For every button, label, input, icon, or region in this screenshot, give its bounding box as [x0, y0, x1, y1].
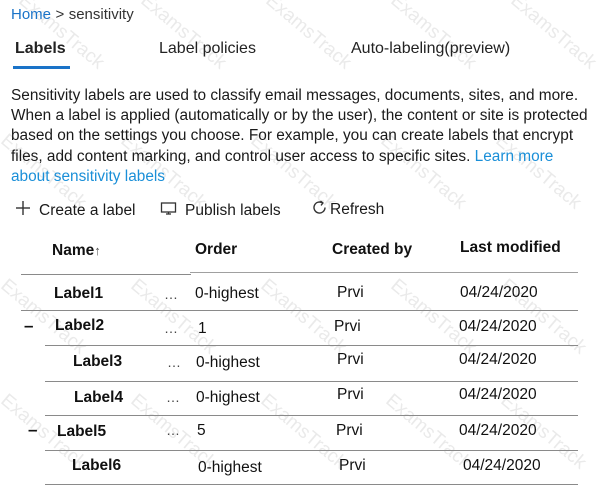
row-order: 0-highest [196, 389, 260, 406]
publish-icon [160, 200, 177, 221]
row-created-by: Prvi [334, 318, 361, 335]
row-order: 0-highest [198, 459, 262, 476]
tab-label-policies[interactable]: Label policies [159, 40, 256, 58]
column-header-name[interactable]: Name↑ [52, 242, 101, 260]
row-divider [45, 484, 578, 485]
row-last-modified: 04/24/2020 [459, 422, 537, 439]
row-order: 0-highest [196, 354, 260, 371]
row-last-modified: 04/24/2020 [460, 284, 538, 301]
row-last-modified: 04/24/2020 [459, 386, 537, 403]
breadcrumb-current: sensitivity [68, 6, 134, 23]
publish-labels-button[interactable]: Publish labels [160, 200, 281, 221]
row-created-by: Prvi [339, 457, 366, 474]
sort-arrow-icon: ↑ [94, 243, 101, 258]
row-last-modified: 04/24/2020 [463, 457, 541, 474]
header-divider [190, 272, 578, 273]
refresh-button[interactable]: Refresh [311, 199, 384, 221]
row-divider [45, 415, 578, 416]
row-last-modified: 04/24/2020 [459, 351, 537, 368]
watermark-text: ExamsTrack [136, 0, 231, 74]
row-more-actions-icon[interactable]: … [166, 422, 181, 438]
row-label-name[interactable]: Label4 [74, 389, 123, 407]
column-header-last-modified[interactable]: Last modified [460, 239, 561, 257]
page-description: Sensitivity labels are used to classify … [11, 86, 595, 187]
row-last-modified: 04/24/2020 [459, 318, 537, 335]
row-divider [45, 450, 578, 451]
row-more-actions-icon[interactable]: … [167, 354, 182, 370]
row-more-actions-icon[interactable]: … [164, 286, 179, 302]
row-more-actions-icon[interactable]: … [164, 320, 179, 336]
row-order: 5 [197, 422, 206, 439]
row-label-name[interactable]: Label2 [55, 317, 104, 335]
row-label-name[interactable]: Label1 [54, 285, 103, 303]
row-divider [45, 345, 578, 346]
row-created-by: Prvi [337, 386, 364, 403]
publish-labels-text: Publish labels [185, 201, 281, 219]
watermark-text: ExamsTrack [261, 0, 356, 74]
row-divider [21, 310, 578, 311]
plus-icon [15, 200, 31, 221]
row-label-name[interactable]: Label5 [57, 423, 106, 441]
breadcrumb-home-link[interactable]: Home [11, 6, 51, 23]
active-tab-indicator [13, 66, 70, 69]
breadcrumb-separator: > [55, 6, 65, 23]
row-order: 1 [198, 320, 207, 337]
column-header-created-by[interactable]: Created by [332, 241, 412, 259]
row-divider [45, 381, 578, 382]
tab-labels[interactable]: Labels [15, 40, 66, 58]
row-order: 0-highest [195, 285, 259, 302]
refresh-icon [311, 199, 328, 221]
row-created-by: Prvi [336, 422, 363, 439]
tab-auto-labeling[interactable]: Auto-labeling(preview) [351, 40, 510, 58]
row-label-name[interactable]: Label3 [73, 353, 122, 371]
row-more-actions-icon[interactable]: … [166, 389, 181, 405]
header-divider [21, 274, 191, 275]
refresh-text: Refresh [330, 201, 385, 218]
watermark-text: ExamsTrack [506, 0, 598, 74]
collapse-icon[interactable]: – [24, 316, 33, 336]
create-label-button[interactable]: Create a label [15, 200, 136, 221]
row-label-name[interactable]: Label6 [72, 457, 121, 475]
row-created-by: Prvi [337, 284, 364, 301]
row-created-by: Prvi [337, 351, 364, 368]
breadcrumb: Home > sensitivity [11, 6, 134, 24]
create-label-text: Create a label [39, 201, 136, 219]
column-header-name-text: Name [52, 242, 95, 259]
watermark-text: ExamsTrack [386, 0, 481, 74]
column-header-order[interactable]: Order [195, 241, 237, 259]
collapse-icon[interactable]: – [28, 420, 37, 440]
